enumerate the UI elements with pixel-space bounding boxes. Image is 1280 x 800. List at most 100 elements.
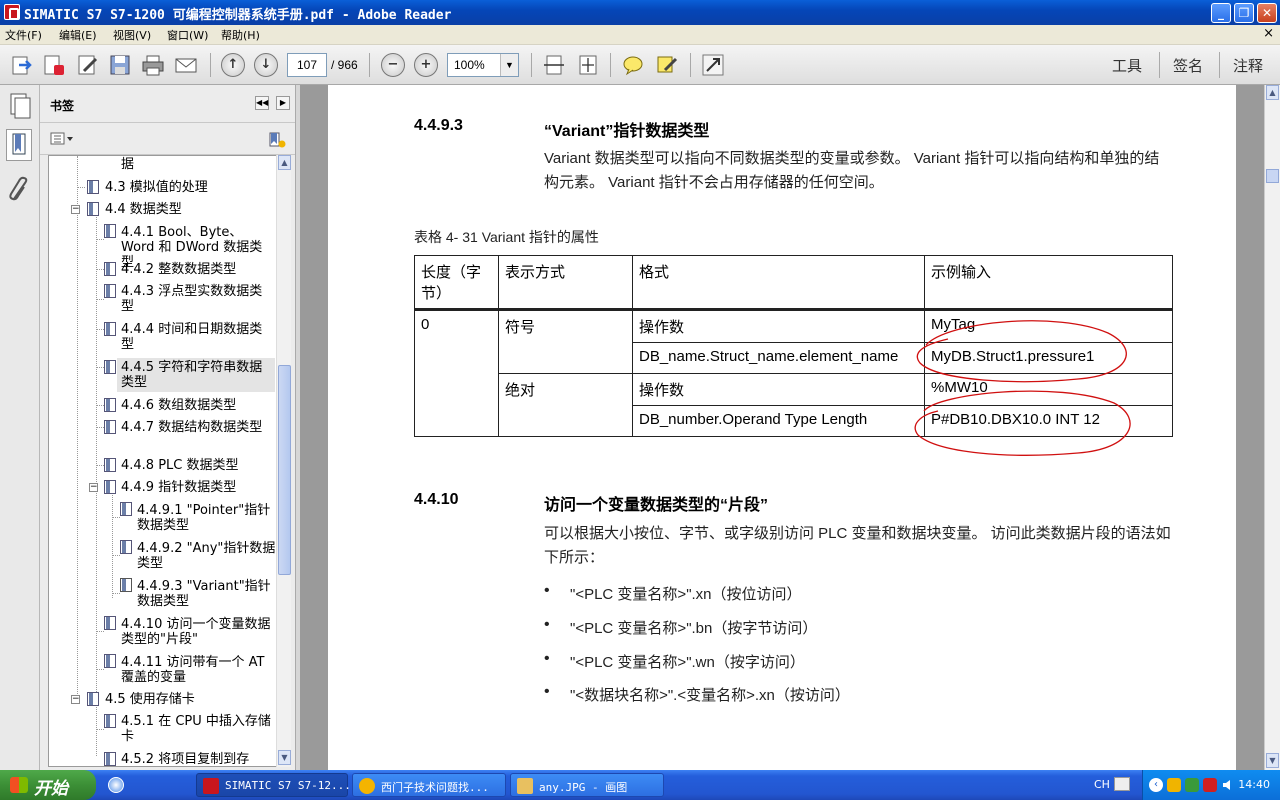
toolbar-separator: [369, 53, 370, 77]
scroll-down-icon[interactable]: ▼: [1266, 753, 1279, 768]
tools-button[interactable]: 工具: [1112, 55, 1142, 76]
menu-file[interactable]: 文件(F): [5, 27, 42, 43]
scroll-up-icon[interactable]: ▲: [1266, 85, 1279, 100]
tray-qq-icon[interactable]: [1167, 778, 1181, 792]
email-icon[interactable]: [174, 53, 198, 77]
browser-quicklaunch-icon[interactable]: [108, 777, 124, 793]
toolbar-separator: [610, 53, 611, 77]
toolbar-separator: [1219, 52, 1220, 78]
print-icon[interactable]: [141, 53, 165, 77]
sign-button[interactable]: 签名: [1173, 55, 1203, 76]
bookmark-item[interactable]: 4.4.9.2 "Any"指针数据类型: [137, 541, 277, 571]
page-thumbnails-icon[interactable]: [6, 91, 32, 123]
comment-bubble-icon[interactable]: [621, 53, 645, 77]
bookmark-item[interactable]: 4.4.8 PLC 数据类型: [121, 458, 239, 473]
edit-icon[interactable]: [76, 53, 100, 77]
create-pdf-icon[interactable]: [42, 53, 66, 77]
clock: 14:40: [1238, 778, 1270, 791]
scrollbar-thumb[interactable]: [278, 365, 291, 575]
bookmark-item[interactable]: 4.4.3 浮点型实数数据类型: [121, 284, 271, 314]
bookmark-item[interactable]: 4.3 模拟值的处理: [105, 180, 208, 195]
menu-view[interactable]: 视图(V): [113, 27, 151, 43]
collapse-panel-icon[interactable]: ◀◀: [255, 96, 269, 110]
collapse-toggle-icon[interactable]: −: [71, 695, 80, 704]
taskbar-item-adobe-reader[interactable]: SIMATIC S7 S7-12...: [196, 773, 351, 797]
bookmark-item[interactable]: 4.4.9.3 "Variant"指针数据类型: [137, 579, 277, 609]
start-button[interactable]: 开始: [0, 770, 96, 800]
bookmark-icon: [104, 420, 116, 434]
next-page-icon[interactable]: ↓: [254, 53, 278, 77]
window-title: SIMATIC S7 S7-1200 可编程控制器系统手册.pdf - Adob…: [24, 8, 452, 23]
bookmark-icon: [104, 322, 116, 336]
section-paragraph: 可以根据大小按位、字节、或字级别访问 PLC 变量和数据块变量。 访问此类数据片…: [544, 525, 1171, 566]
tray-network-icon[interactable]: [1185, 778, 1199, 792]
menu-window[interactable]: 窗口(W): [167, 27, 208, 43]
bookmark-item[interactable]: 4.5.2 将项目复制到存: [121, 752, 249, 766]
bookmark-item[interactable]: 据: [121, 157, 134, 172]
zoom-in-icon[interactable]: +: [414, 53, 438, 77]
expand-bookmark-icon[interactable]: [268, 131, 286, 149]
expand-icon[interactable]: [701, 53, 725, 77]
fit-page-icon[interactable]: [576, 53, 600, 77]
save-icon[interactable]: [108, 53, 132, 77]
pdf-icon: [203, 778, 219, 794]
bookmark-icon: [120, 502, 132, 516]
bookmark-item[interactable]: 4.4.9.1 "Pointer"指针数据类型: [137, 503, 277, 533]
close-button[interactable]: ✕: [1257, 3, 1277, 23]
task-label: 西门子技术问题找...: [381, 781, 489, 794]
tray-volume-icon[interactable]: [1221, 778, 1235, 792]
expand-panel-icon[interactable]: ▶: [276, 96, 290, 110]
bookmark-item[interactable]: 4.4.5 字符和字符串数据类型: [121, 360, 271, 390]
zoom-out-icon[interactable]: −: [381, 53, 405, 77]
bookmark-icon: [104, 398, 116, 412]
fit-width-icon[interactable]: [542, 53, 566, 77]
zoom-select[interactable]: 100% ▼: [447, 53, 519, 77]
pdf-page: 4.4.9.3 “Variant”指针数据类型 Variant 数据类型可以指向…: [328, 85, 1236, 770]
taskbar-item-paint[interactable]: any.JPG - 画图: [510, 773, 664, 797]
bookmark-item[interactable]: 4.5.1 在 CPU 中插入存储卡: [121, 714, 271, 744]
options-menu-icon[interactable]: [50, 131, 74, 147]
previous-page-icon[interactable]: ↑: [221, 53, 245, 77]
bookmark-item[interactable]: 4.5 使用存储卡: [105, 692, 195, 707]
menu-edit[interactable]: 编辑(E): [59, 27, 97, 43]
bookmark-icon: [104, 262, 116, 276]
bookmark-item[interactable]: 4.4.6 数组数据类型: [121, 398, 236, 413]
comment-button[interactable]: 注释: [1233, 55, 1263, 76]
bookmark-item[interactable]: 4.4.9 指针数据类型: [121, 480, 236, 495]
bookmark-icon: [87, 692, 99, 706]
bookmark-item[interactable]: 4.4.7 数据结构数据类型: [121, 420, 271, 435]
page-number-input[interactable]: 107: [287, 53, 327, 77]
scrollbar-thumb[interactable]: [1266, 169, 1279, 183]
tray-security-icon[interactable]: [1203, 778, 1217, 792]
task-label: SIMATIC S7 S7-12...: [225, 779, 351, 792]
minimize-button[interactable]: _: [1211, 3, 1231, 23]
attachments-icon[interactable]: [6, 175, 32, 207]
document-view[interactable]: 4.4.9.3 “Variant”指针数据类型 Variant 数据类型可以指向…: [300, 85, 1264, 770]
maximize-button[interactable]: ❐: [1234, 3, 1254, 23]
keyboard-icon[interactable]: [1114, 777, 1130, 791]
bookmark-item[interactable]: 4.4.4 时间和日期数据类型: [121, 322, 271, 352]
tray-arrow-icon[interactable]: ‹: [1149, 778, 1163, 792]
document-scrollbar[interactable]: ▲ ▼: [1264, 85, 1280, 770]
bookmarks-icon[interactable]: [6, 129, 32, 161]
task-label: any.JPG - 画图: [539, 781, 628, 794]
scroll-up-icon[interactable]: ▲: [278, 155, 291, 170]
bookmark-item[interactable]: 4.4.10 访问一个变量数据类型的"片段": [121, 617, 273, 647]
collapse-toggle-icon[interactable]: −: [71, 205, 80, 214]
menu-help[interactable]: 帮助(H): [221, 27, 260, 43]
bookmark-item[interactable]: 4.4.11 访问带有一个 AT 覆盖的变量: [121, 655, 273, 685]
bookmarks-scrollbar[interactable]: ▲ ▼: [276, 155, 291, 767]
highlight-icon[interactable]: [655, 53, 679, 77]
taskbar-item-browser[interactable]: 西门子技术问题找...: [352, 773, 506, 797]
document-close-icon[interactable]: ×: [1263, 26, 1274, 41]
bookmark-item[interactable]: 4.4 数据类型: [105, 202, 182, 217]
taskbar: 开始 SIMATIC S7 S7-12... 西门子技术问题找... any.J…: [0, 770, 1280, 800]
menu-bar: 文件(F) 编辑(E) 视图(V) 窗口(W) 帮助(H) ×: [0, 25, 1280, 45]
chevron-down-icon[interactable]: ▼: [500, 54, 518, 76]
bookmark-item[interactable]: 4.4.2 整数数据类型: [121, 262, 236, 277]
toolbar-separator: [531, 53, 532, 77]
language-indicator[interactable]: CH: [1094, 778, 1110, 791]
scroll-down-icon[interactable]: ▼: [278, 750, 291, 765]
open-icon[interactable]: [10, 53, 34, 77]
collapse-toggle-icon[interactable]: −: [89, 483, 98, 492]
